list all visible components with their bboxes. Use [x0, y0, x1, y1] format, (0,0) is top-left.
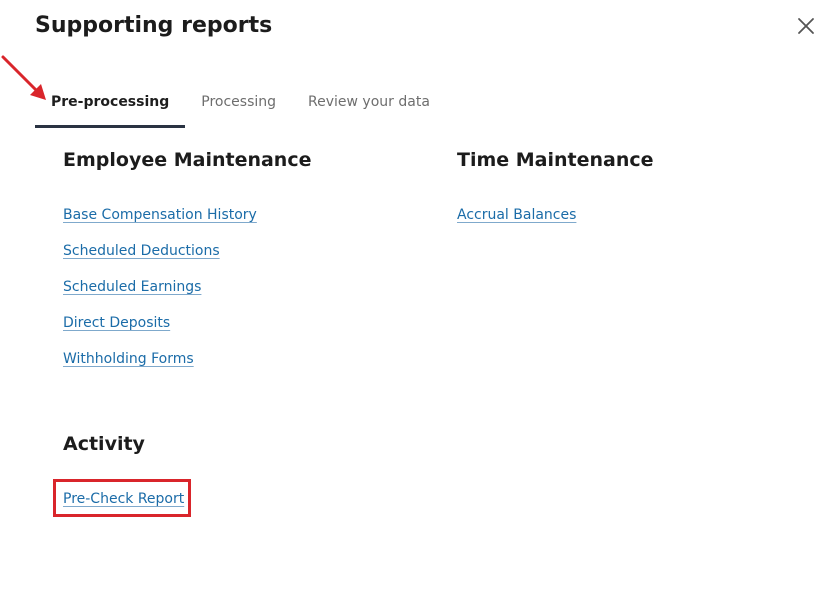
modal-title: Supporting reports [35, 13, 273, 38]
link-withholding-forms[interactable]: Withholding Forms [63, 350, 194, 368]
annotation-highlight-box [53, 479, 191, 517]
link-direct-deposits[interactable]: Direct Deposits [63, 314, 170, 332]
report-tabs: Pre-processing Processing Review your da… [35, 88, 446, 128]
close-icon [798, 18, 814, 34]
link-accrual-balances[interactable]: Accrual Balances [457, 206, 576, 224]
tab-pre-processing[interactable]: Pre-processing [35, 88, 186, 128]
supporting-reports-modal: Supporting reports Pre-processing Proces… [0, 0, 820, 603]
link-scheduled-earnings[interactable]: Scheduled Earnings [63, 278, 201, 296]
link-scheduled-deductions[interactable]: Scheduled Deductions [63, 242, 220, 260]
time-maintenance-heading: Time Maintenance [457, 149, 654, 171]
employee-maintenance-heading: Employee Maintenance [63, 149, 312, 171]
link-base-compensation-history[interactable]: Base Compensation History [63, 206, 257, 224]
tab-review-your-data[interactable]: Review your data [292, 88, 446, 128]
activity-heading: Activity [63, 433, 145, 455]
tab-processing[interactable]: Processing [185, 88, 292, 128]
close-button[interactable] [794, 14, 818, 38]
